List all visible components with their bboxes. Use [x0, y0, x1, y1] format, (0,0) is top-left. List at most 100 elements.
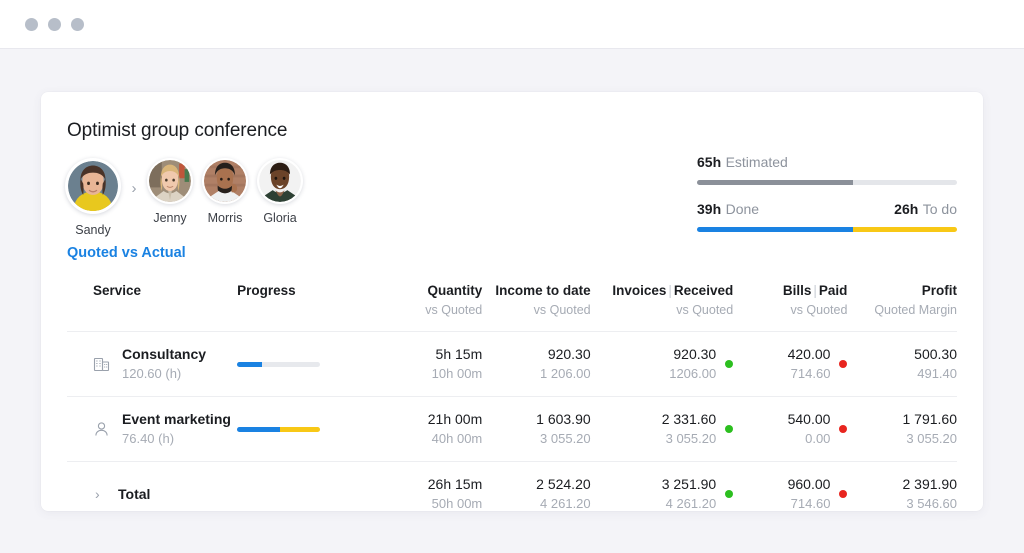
cell-quantity: 5h 15m 10h 00m: [431, 346, 483, 381]
avatar-photo-sandy: [68, 161, 118, 211]
avatar-ring: [202, 158, 248, 204]
estimated-label: Estimated: [725, 154, 788, 170]
column-header-service[interactable]: Service: [67, 274, 237, 332]
done-label: Done: [725, 201, 760, 217]
cell-profit: 500.30 491.40: [914, 346, 957, 381]
quoted-vs-actual-link[interactable]: Quoted vs Actual: [67, 245, 186, 261]
status-badge-invoices: [725, 425, 734, 433]
browser-chrome: [0, 0, 1024, 49]
progress-blue-segment: [237, 426, 281, 432]
done-todo-row: 39h Done 26h To do: [697, 201, 957, 219]
service-name: Event marketing: [122, 411, 231, 427]
service-text: Consultancy 120.60 (h): [122, 345, 206, 383]
cell-service: Consultancy 120.60 (h): [67, 332, 237, 397]
avatar-name: Jenny: [153, 211, 187, 225]
cell-progress: [237, 397, 378, 462]
bills-label: Bills: [782, 283, 812, 298]
estimated-progress-bar: [697, 180, 957, 185]
avatar-photo-jenny: [149, 160, 191, 202]
estimated-row: 65h Estimated: [697, 154, 957, 172]
total-label: Total: [118, 486, 151, 502]
column-header-quantity[interactable]: Quantity vs Quoted: [378, 274, 482, 332]
row-progress-bar: [237, 361, 321, 367]
cell-bills-paid: 540.00 0.00: [733, 397, 848, 462]
estimated-bar-fill: [697, 180, 853, 185]
cell-total-progress: [237, 462, 378, 527]
table-header: Service Progress Quantity vs Quoted Inco…: [67, 274, 957, 332]
done-value: 39h: [697, 201, 722, 217]
table-row[interactable]: Event marketing 76.40 (h) 21h 00m 40h 00…: [67, 396, 958, 462]
page-background: Optimist group conference Sandy › Jenny …: [0, 49, 1024, 553]
service-name: Consultancy: [122, 346, 207, 362]
maximize-dot[interactable]: [48, 17, 61, 31]
cell-total-invoices: 3 251.90 4 261.20: [591, 462, 734, 527]
avatar-name: Morris: [207, 211, 243, 225]
status-badge-bills: [839, 360, 848, 368]
status-badge-invoices: [725, 490, 734, 498]
column-header-profit[interactable]: Profit Quoted Margin: [847, 274, 957, 332]
estimated-value: 65h: [697, 154, 722, 170]
avatar-ring: [257, 158, 303, 204]
todo-label: To do: [922, 201, 957, 217]
cell-invoices-received: 920.30 1206.00: [591, 332, 734, 397]
hours-summary: 65h Estimated 39h Done 26h To do: [697, 154, 957, 232]
todo-bar-fill: [853, 227, 957, 232]
cell-service: Event marketing 76.40 (h): [67, 397, 237, 462]
table-row-total[interactable]: › Total 26h 15m 50h 00m 2 524.20 4 261.2…: [67, 461, 957, 527]
done-bar-fill: [697, 227, 853, 232]
cell-invoices-received: 2 331.60 3 055.20: [591, 397, 734, 462]
quoted-vs-actual-table: Service Progress Quantity vs Quoted Inco…: [67, 274, 957, 526]
service-text: Event marketing 76.40 (h): [122, 410, 231, 448]
column-header-progress[interactable]: Progress: [237, 274, 378, 332]
building-icon: [93, 356, 110, 373]
avatar-morris[interactable]: Morris: [202, 158, 248, 225]
service-hours: 76.40 (h): [122, 431, 175, 446]
progress-yellow-segment: [280, 426, 321, 432]
team-avatars: Sandy › Jenny Morris Gloria: [65, 158, 303, 237]
status-badge-invoices: [725, 360, 734, 368]
done-progress-bar: [697, 227, 957, 232]
row-progress-bar: [237, 426, 321, 432]
avatar-sandy[interactable]: Sandy: [65, 158, 121, 237]
cell-quantity: 21h 00m 40h 00m: [427, 411, 483, 446]
received-label: Received: [673, 283, 734, 298]
column-header-invoices-received[interactable]: Invoices | Received vs Quoted: [591, 274, 734, 332]
table-body: Consultancy 120.60 (h) 5h 15m 10h 00m 92…: [67, 331, 958, 527]
cell-profit: 1 791.60 3 055.20: [902, 411, 958, 446]
header-separator: |: [668, 283, 672, 298]
service-hours: 120.60 (h): [122, 366, 182, 381]
project-card: Optimist group conference Sandy › Jenny …: [41, 92, 983, 511]
cell-total-label[interactable]: › Total: [67, 462, 237, 527]
column-header-bills-paid[interactable]: Bills | Paid vs Quoted: [733, 274, 848, 332]
chevron-right-icon: ›: [131, 180, 137, 197]
page-title: Optimist group conference: [67, 120, 288, 141]
cell-progress: [237, 332, 378, 397]
paid-label: Paid: [818, 283, 848, 298]
status-badge-bills: [839, 425, 848, 433]
avatar-ring: [147, 158, 193, 204]
cell-income-to-date: 1 603.90 3 055.20: [536, 411, 591, 446]
avatar-photo-morris: [204, 160, 246, 202]
close-dot[interactable]: [71, 17, 84, 31]
header-separator: |: [813, 283, 817, 298]
cell-bills-paid: 420.00 714.60: [733, 332, 848, 397]
cell-total-income: 2 524.20 4 261.20: [536, 476, 591, 511]
summary-spacer: [697, 185, 957, 201]
minimize-dot[interactable]: [25, 17, 38, 31]
cell-total-quantity: 26h 15m 50h 00m: [427, 476, 483, 511]
avatar-ring: [65, 158, 121, 214]
cell-total-bills: 960.00 714.60: [733, 462, 848, 527]
avatar-name: Sandy: [75, 223, 111, 237]
avatar-gloria[interactable]: Gloria: [257, 158, 303, 225]
todo-value: 26h: [894, 201, 919, 217]
progress-blue-segment: [237, 361, 262, 367]
column-header-income-to-date[interactable]: Income to date vs Quoted: [482, 274, 590, 332]
table-row[interactable]: Consultancy 120.60 (h) 5h 15m 10h 00m 92…: [67, 331, 957, 397]
expand-chevron-icon[interactable]: ›: [95, 486, 104, 502]
avatar-jenny[interactable]: Jenny: [147, 158, 193, 225]
cell-income-to-date: 920.30 1 206.00: [540, 346, 591, 381]
avatar-photo-gloria: [259, 160, 301, 202]
avatar-name: Gloria: [263, 211, 297, 225]
person-icon: [93, 421, 110, 438]
window-controls: [25, 17, 84, 31]
